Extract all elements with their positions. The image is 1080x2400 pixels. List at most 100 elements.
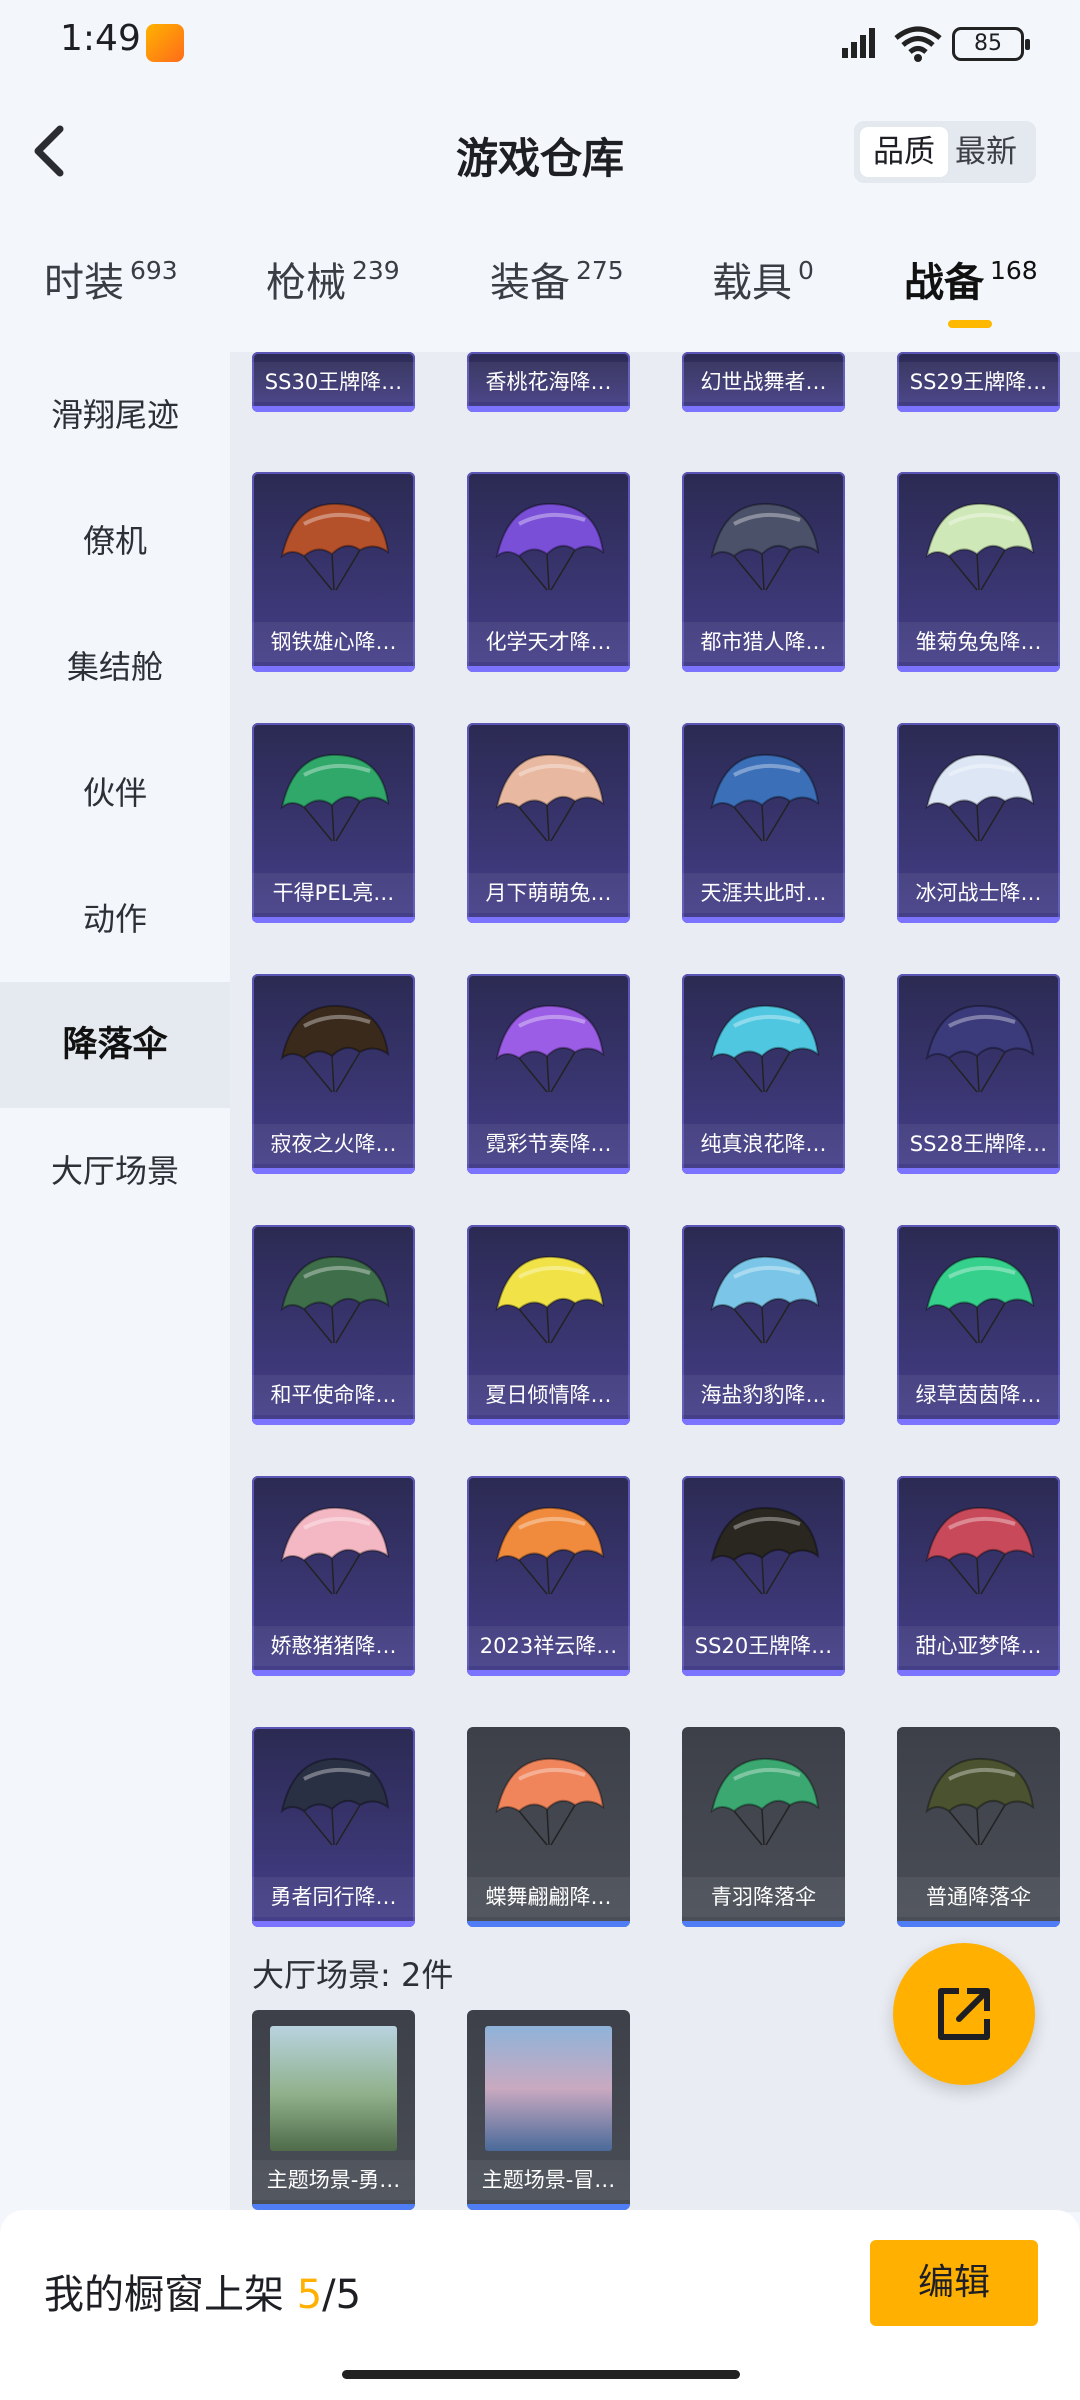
sidebar-item-glide-trail[interactable]: 滑翔尾迹 [0,352,230,478]
rarity-bar [252,406,415,412]
rarity-bar [252,1168,415,1174]
scene-thumbnail [485,2026,612,2151]
tab-label: 战备 [904,260,984,306]
tab-count: 275 [576,256,624,285]
sort-toggle: 品质 最新 [854,121,1036,183]
item-card[interactable]: 干得PEL亮… [252,723,415,923]
lobby-scene-section-title: 大厅场景: 2件 [252,1956,454,1994]
item-card[interactable]: 寂夜之火降… [252,974,415,1174]
tab-count: 168 [990,256,1038,285]
item-name: 化学天才降… [467,622,630,662]
item-card[interactable]: 夏日倾情降… [467,1225,630,1425]
item-card[interactable]: 和平使命降… [252,1225,415,1425]
item-card[interactable]: 钢铁雄心降… [252,472,415,672]
item-card[interactable]: 化学天才降… [467,472,630,672]
parachute-icon [925,502,1035,591]
item-name: 冰河战士降… [897,873,1060,913]
parachute-icon [710,753,820,842]
battery-icon: 85 [952,27,1030,61]
sidebar-item-pod[interactable]: 集结舱 [0,604,230,730]
item-card[interactable]: SS20王牌降… [682,1476,845,1676]
item-name: SS29王牌降… [897,362,1060,402]
tab-count: 693 [130,256,178,285]
item-card[interactable]: 都市猎人降… [682,472,845,672]
scene-card[interactable]: 主题场景-勇… [252,2010,415,2210]
tab-label: 枪械 [266,260,346,306]
item-card[interactable]: 青羽降落伞 [682,1727,845,1927]
parachute-icon [280,1255,390,1344]
item-name: 绿草茵茵降… [897,1375,1060,1415]
item-card[interactable]: 勇者同行降… [252,1727,415,1927]
item-name: 钢铁雄心降… [252,622,415,662]
parachute-icon [495,753,605,842]
item-name: 月下萌萌兔… [467,873,630,913]
tab-label: 载具 [712,260,792,306]
tab-battle-prep[interactable]: 战备 168 [904,250,1038,308]
rarity-bar [252,1419,415,1425]
top-bar: 游戏仓库 品质 最新 [0,95,1080,205]
tab-label: 时装 [44,260,124,306]
item-card[interactable]: 冰河战士降… [897,723,1060,923]
scene-name: 主题场景-勇… [252,2160,415,2200]
item-name: 勇者同行降… [252,1877,415,1917]
rarity-bar [467,1419,630,1425]
item-name: 蝶舞翩翩降… [467,1877,630,1917]
item-card[interactable]: 纯真浪花降… [682,974,845,1174]
item-card[interactable]: 天涯共此时… [682,723,845,923]
showcase-current-count: 5 [296,2272,323,2318]
rarity-bar [682,406,845,412]
item-card[interactable]: SS30王牌降… [252,352,415,412]
item-name: 青羽降落伞 [682,1877,845,1917]
item-card[interactable]: 绿草茵茵降… [897,1225,1060,1425]
item-card[interactable]: 2023祥云降… [467,1476,630,1676]
item-card[interactable]: 月下萌萌兔… [467,723,630,923]
parachute-icon [710,502,820,591]
item-name: 霓彩节奏降… [467,1124,630,1164]
sort-latest-button[interactable]: 最新 [942,127,1030,177]
item-card[interactable]: 甜心亚梦降… [897,1476,1060,1676]
tab-fashion[interactable]: 时装 693 [44,250,178,308]
rarity-bar [467,1168,630,1174]
parachute-icon [280,1757,390,1846]
item-name: 2023祥云降… [467,1626,630,1666]
item-name: 娇憨猪猪降… [252,1626,415,1666]
parachute-icon [495,502,605,591]
rarity-bar [467,406,630,412]
parachute-icon [925,753,1035,842]
sidebar-item-wingman[interactable]: 僚机 [0,478,230,604]
sidebar-item-partner[interactable]: 伙伴 [0,730,230,856]
parachute-icon [280,1004,390,1093]
parachute-icon [925,1255,1035,1344]
item-name: 寂夜之火降… [252,1124,415,1164]
share-button[interactable] [893,1943,1035,2085]
parachute-icon [710,1255,820,1344]
item-card[interactable]: 娇憨猪猪降… [252,1476,415,1676]
item-card[interactable]: SS28王牌降… [897,974,1060,1174]
tab-equipment[interactable]: 装备 275 [490,250,624,308]
item-name: 普通降落伞 [897,1877,1060,1917]
status-bar: 1:49 85 [0,0,1080,90]
item-name: SS28王牌降… [897,1124,1060,1164]
item-card[interactable]: 香桃花海降… [467,352,630,412]
sidebar-item-parachute[interactable]: 降落伞 [0,982,230,1108]
item-card[interactable]: 霓彩节奏降… [467,974,630,1174]
rarity-bar [682,1670,845,1676]
scene-card[interactable]: 主题场景-冒… [467,2010,630,2210]
item-card[interactable]: 幻世战舞者… [682,352,845,412]
tab-guns[interactable]: 枪械 239 [266,250,400,308]
sidebar-item-lobby-scene[interactable]: 大厅场景 [0,1108,230,1234]
item-card[interactable]: 雏菊兔兔降… [897,472,1060,672]
item-card[interactable]: 蝶舞翩翩降… [467,1727,630,1927]
showcase-total-count: /5 [322,2272,362,2318]
item-card[interactable]: SS29王牌降… [897,352,1060,412]
parachute-icon [280,753,390,842]
edit-button[interactable]: 编辑 [870,2240,1038,2326]
sidebar-item-emote[interactable]: 动作 [0,856,230,982]
item-grid: SS30王牌降… 香桃花海降… 幻世战舞者… SS29王牌降… 钢铁雄心降… 化学… [230,352,1080,2212]
rarity-bar [467,917,630,923]
home-indicator[interactable] [342,2370,740,2379]
tab-vehicles[interactable]: 载具 0 [712,250,814,308]
item-card[interactable]: 海盐豹豹降… [682,1225,845,1425]
item-card[interactable]: 普通降落伞 [897,1727,1060,1927]
sort-quality-button[interactable]: 品质 [860,127,948,177]
